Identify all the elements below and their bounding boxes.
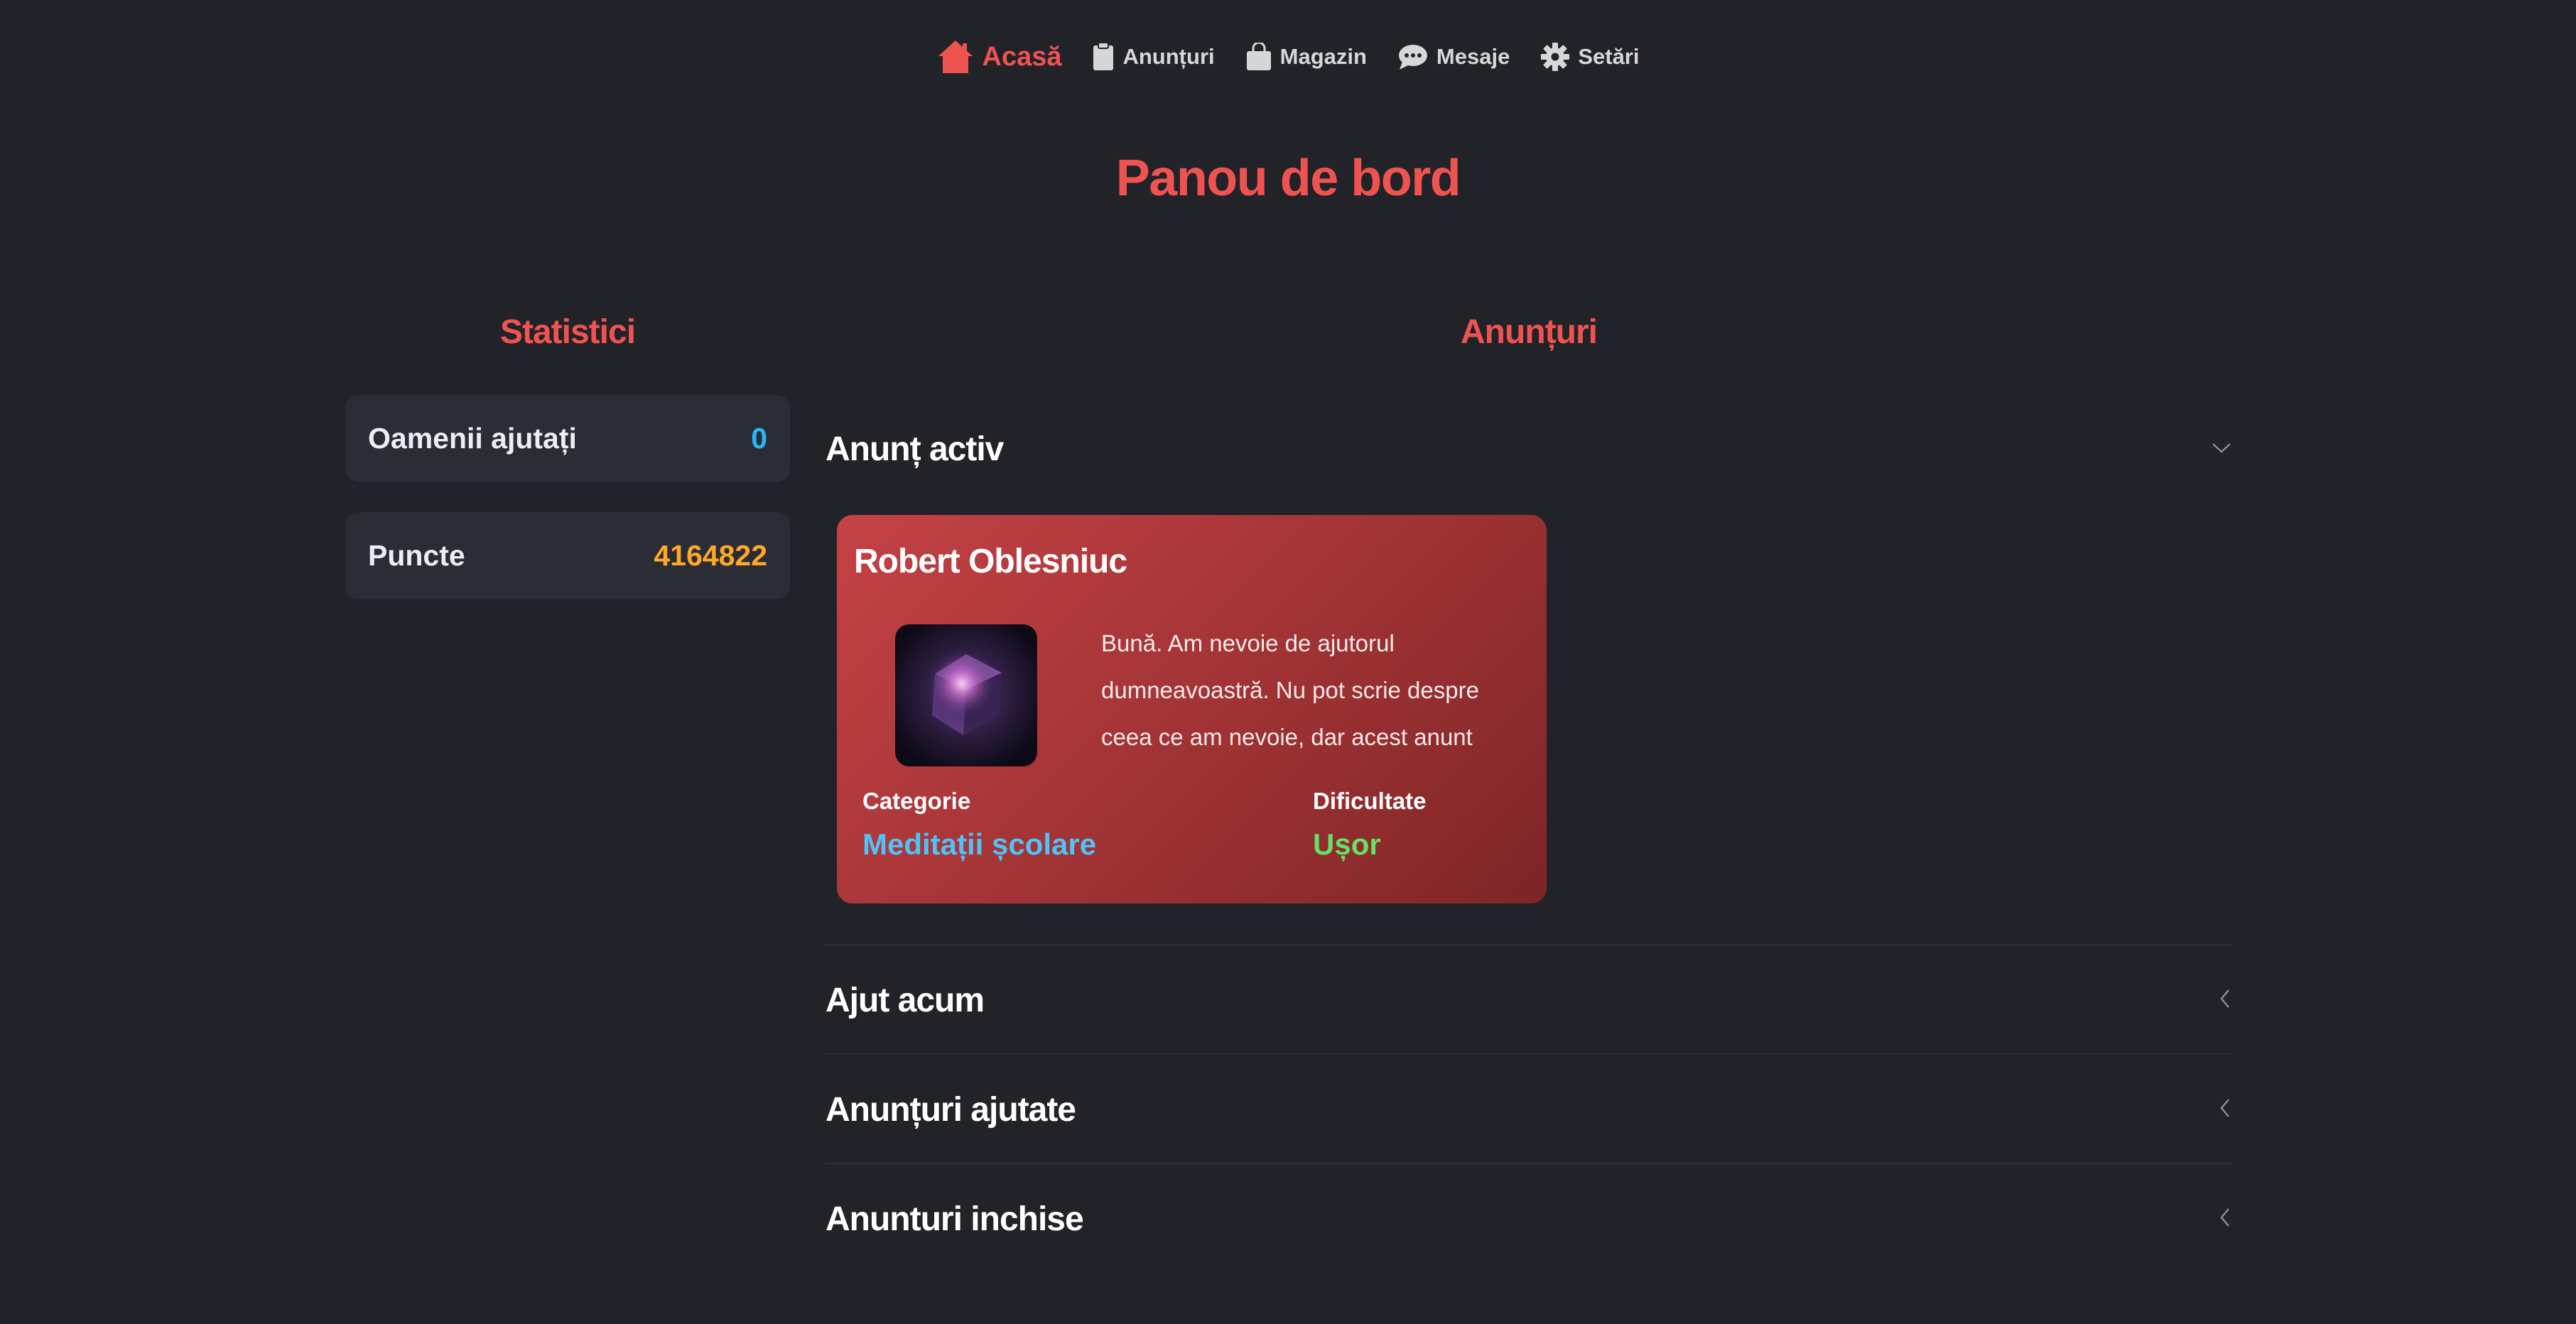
accordion-closed-announcements[interactable]: Anunturi inchise — [826, 1183, 2232, 1254]
announcements-title: Anunțuri — [1461, 313, 1598, 351]
divider — [826, 1163, 2232, 1164]
accordion-title: Anunț activ — [826, 430, 1004, 468]
stat-label: Oamenii ajutați — [368, 421, 577, 455]
gear-icon — [1541, 43, 1570, 71]
divider — [826, 944, 2232, 945]
top-nav: Acasă Anunțuri Magazin Mesaje Setări — [0, 34, 2576, 80]
card-avatar-image — [895, 624, 1037, 766]
chevron-down-icon[interactable] — [2211, 440, 2232, 458]
nav-label-shop: Magazin — [1279, 44, 1367, 69]
nav-item-messages[interactable]: Mesaje — [1398, 43, 1510, 70]
difficulty-label: Dificultate — [1313, 788, 1427, 814]
nav-label-messages: Mesaje — [1436, 44, 1510, 69]
nav-item-home[interactable]: Acasă — [937, 39, 1062, 75]
accordion-helping-now[interactable]: Ajut acum — [826, 965, 2232, 1036]
stat-points: Puncte 4164822 — [345, 512, 790, 599]
stat-label: Puncte — [368, 538, 465, 572]
accordion-title: Anunturi inchise — [826, 1200, 1084, 1238]
nav-item-shop[interactable]: Magazin — [1246, 43, 1367, 71]
divider — [826, 1053, 2232, 1055]
accordion-title: Anunțuri ajutate — [826, 1090, 1076, 1129]
shopping-bag-icon — [1246, 43, 1272, 71]
stat-people-helped: Oamenii ajutați 0 — [345, 395, 790, 482]
accordion-title: Ajut acum — [826, 981, 985, 1019]
chevron-left-icon[interactable] — [2218, 988, 2232, 1013]
stat-value: 0 — [751, 421, 767, 455]
nav-label-home: Acasă — [982, 41, 1062, 72]
category-value: Meditații școlare — [862, 828, 1097, 861]
nav-label-settings: Setări — [1578, 44, 1640, 69]
accordion-helped-announcements[interactable]: Anunțuri ajutate — [826, 1074, 2232, 1145]
nav-item-settings[interactable]: Setări — [1541, 43, 1640, 71]
clipboard-icon — [1093, 43, 1114, 71]
accordion-active-announcement[interactable]: Anunț activ — [826, 413, 2232, 484]
card-description: Bună. Am nevoie de ajutorul dumneavoastr… — [1101, 630, 1479, 750]
category-label: Categorie — [862, 788, 971, 814]
home-icon — [937, 39, 974, 75]
page-title: Panou de bord — [1115, 150, 1461, 207]
chevron-left-icon[interactable] — [2218, 1207, 2232, 1232]
nav-item-announcements[interactable]: Anunțuri — [1093, 43, 1215, 71]
stats-title: Statistici — [499, 313, 636, 351]
card-author-name: Robert Oblesniuc — [854, 543, 1127, 580]
announcement-card[interactable]: Robert Oblesniuc Bună. Am nevoie de ajut… — [837, 515, 1547, 904]
chevron-left-icon[interactable] — [2218, 1097, 2232, 1122]
difficulty-value: Ușor — [1313, 828, 1381, 861]
nav-label-announcements: Anunțuri — [1122, 44, 1215, 69]
stat-value: 4164822 — [654, 538, 767, 572]
chat-icon — [1398, 43, 1428, 70]
